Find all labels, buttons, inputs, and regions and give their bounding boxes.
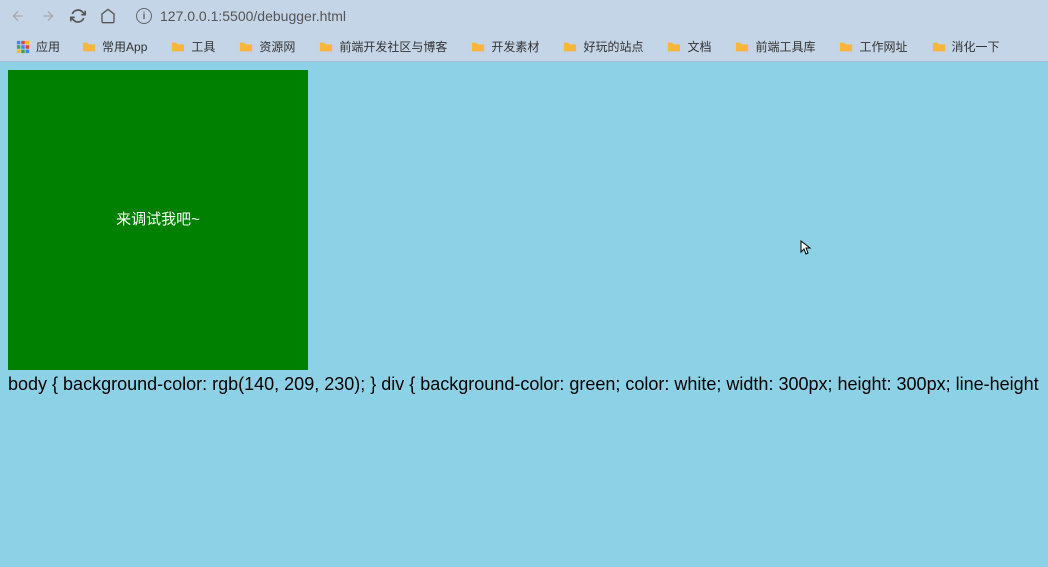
folder-icon xyxy=(319,40,333,54)
bookmark-label: 消化一下 xyxy=(952,38,1000,55)
folder-icon xyxy=(563,40,577,54)
bookmark-folder[interactable]: 开发素材 xyxy=(461,36,549,57)
bookmark-label: 前端工具库 xyxy=(755,38,815,55)
apps-icon xyxy=(16,40,30,54)
info-icon[interactable]: i xyxy=(136,8,152,24)
bookmark-folder[interactable]: 资源网 xyxy=(229,36,305,57)
home-button[interactable] xyxy=(98,6,118,26)
bookmark-label: 资源网 xyxy=(259,38,295,55)
folder-icon xyxy=(932,40,946,54)
reload-button[interactable] xyxy=(68,6,88,26)
folder-icon xyxy=(735,40,749,54)
page-content: 来调试我吧~ body { background-color: rgb(140,… xyxy=(0,62,1048,567)
bookmark-folder[interactable]: 消化一下 xyxy=(922,36,1010,57)
apps-button[interactable]: 应用 xyxy=(8,36,68,57)
css-output-text: body { background-color: rgb(140, 209, 2… xyxy=(8,374,1040,395)
debug-box-text: 来调试我吧~ xyxy=(116,211,200,228)
bookmark-label: 工作网址 xyxy=(859,38,907,55)
folder-icon xyxy=(171,40,185,54)
folder-icon xyxy=(667,40,681,54)
bookmark-folder[interactable]: 好玩的站点 xyxy=(553,36,653,57)
bookmark-label: 好玩的站点 xyxy=(583,38,643,55)
bookmark-folder[interactable]: 前端开发社区与博客 xyxy=(309,36,457,57)
bookmarks-bar: 应用 常用App 工具 资源网 前端开发社区与博客 开发素材 好玩的站点 文档 … xyxy=(0,32,1048,62)
folder-icon xyxy=(471,40,485,54)
debug-box: 来调试我吧~ xyxy=(8,70,308,370)
browser-toolbar: i 127.0.0.1:5500/debugger.html xyxy=(0,0,1048,32)
url-text: 127.0.0.1:5500/debugger.html xyxy=(160,8,346,24)
bookmark-folder[interactable]: 常用App xyxy=(72,36,157,57)
bookmark-folder[interactable]: 前端工具库 xyxy=(725,36,825,57)
bookmark-label: 开发素材 xyxy=(491,38,539,55)
back-button[interactable] xyxy=(8,6,28,26)
bookmark-folder[interactable]: 工具 xyxy=(161,36,225,57)
folder-icon xyxy=(82,40,96,54)
url-bar[interactable]: i 127.0.0.1:5500/debugger.html xyxy=(128,8,1040,24)
folder-icon xyxy=(239,40,253,54)
bookmark-label: 文档 xyxy=(687,38,711,55)
bookmark-label: 工具 xyxy=(191,38,215,55)
bookmark-folder[interactable]: 文档 xyxy=(657,36,721,57)
bookmark-folder[interactable]: 工作网址 xyxy=(829,36,917,57)
bookmark-label: 前端开发社区与博客 xyxy=(339,38,447,55)
forward-button[interactable] xyxy=(38,6,58,26)
apps-label: 应用 xyxy=(36,38,60,55)
folder-icon xyxy=(839,40,853,54)
bookmark-label: 常用App xyxy=(102,38,147,55)
